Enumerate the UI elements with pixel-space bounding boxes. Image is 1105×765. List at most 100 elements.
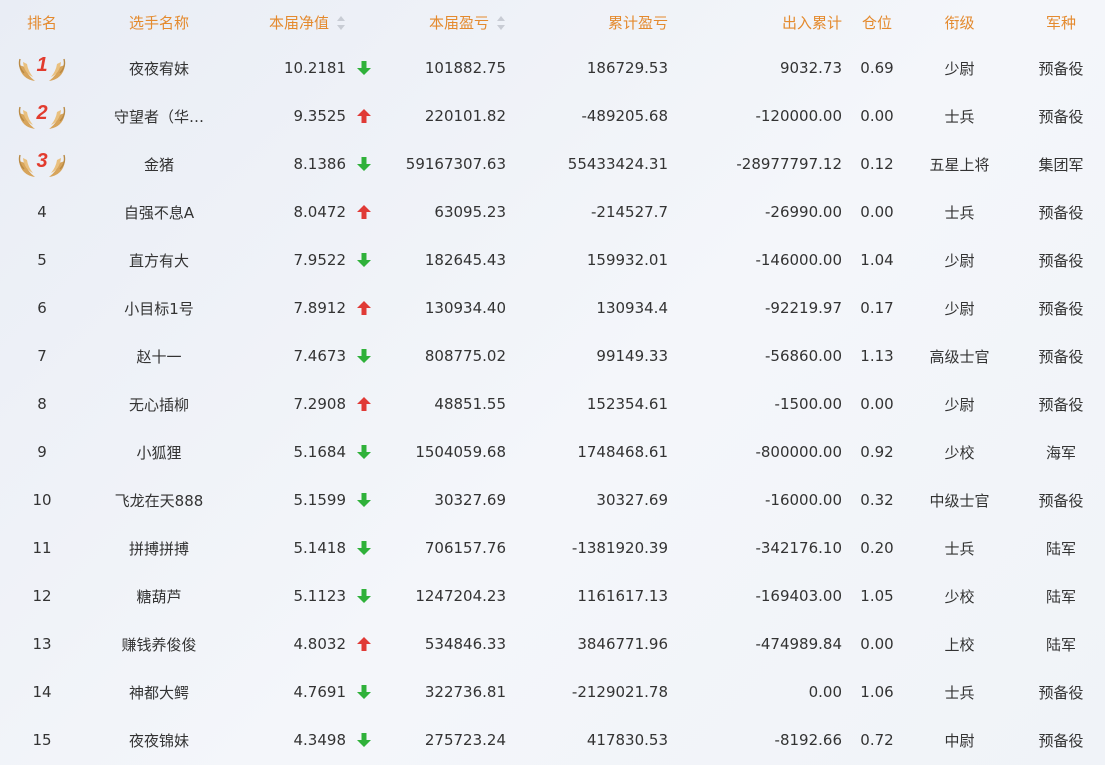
- rank-title-cell: 中尉: [944, 731, 975, 750]
- table-row[interactable]: 8 无心插柳 7.2908 48851.55 152354.61 -1500.00 0.00…: [0, 380, 1105, 428]
- position-cell: 0.17: [860, 299, 894, 317]
- nav-cell: 5.1599: [234, 476, 382, 524]
- branch-cell: 陆军: [1045, 539, 1076, 558]
- player-name[interactable]: 赚钱养俊俊: [84, 620, 234, 668]
- header-current-pl-label: 本届盈亏: [428, 13, 489, 32]
- trend-up-icon: [357, 637, 371, 651]
- rank-title-cell: 少校: [944, 587, 975, 606]
- sort-icon[interactable]: [337, 16, 346, 30]
- rank-title-cell: 士兵: [944, 107, 975, 126]
- table-row[interactable]: 6 小目标1号 7.8912 130934.40 130934.4 -92219.97 0.…: [0, 284, 1105, 332]
- player-name[interactable]: 夜夜宥妹: [84, 44, 234, 92]
- rank-cell: 1: [0, 44, 84, 92]
- player-name[interactable]: 赵十一: [84, 332, 234, 380]
- table-row[interactable]: 2 守望者（华… 9.3525 220101.82 -489205.68 -120000.…: [0, 92, 1105, 140]
- trend-down-icon: [357, 685, 371, 699]
- player-name[interactable]: 直方有大: [84, 236, 234, 284]
- table-row[interactable]: 12 糖葫芦 5.1123 1247204.23 1161617.13 -169403.0…: [0, 572, 1105, 620]
- player-name[interactable]: 夜夜锦妹: [84, 716, 234, 764]
- medal-rank-number: 1: [36, 54, 48, 76]
- nav-cell: 4.8032: [234, 620, 382, 668]
- cumulative-pl-cell: 186729.53: [586, 59, 668, 77]
- current-pl-cell: 275723.24: [424, 731, 506, 749]
- branch-cell: 预备役: [1038, 59, 1084, 78]
- trend-down-icon: [357, 733, 371, 747]
- branch-cell: 陆军: [1045, 635, 1076, 654]
- in-out-cell: -16000.00: [765, 491, 842, 509]
- table-row[interactable]: 14 神都大鳄 4.7691 322736.81 -2129021.78 0.00 1.06…: [0, 668, 1105, 716]
- player-name[interactable]: 小狐狸: [84, 428, 234, 476]
- header-current-pl[interactable]: 本届盈亏: [382, 0, 532, 44]
- player-name[interactable]: 金猪: [84, 140, 234, 188]
- branch-cell: 预备役: [1038, 731, 1084, 750]
- position-cell: 0.00: [860, 395, 894, 413]
- rank-title-cell: 少尉: [944, 395, 975, 414]
- rank-title-cell: 士兵: [944, 683, 975, 702]
- rank-title-cell: 上校: [944, 635, 975, 654]
- header-name: 选手名称: [128, 13, 189, 32]
- rank-cell: 9: [37, 443, 47, 461]
- trend-down-icon: [357, 493, 371, 507]
- rank-title-cell: 少尉: [944, 251, 975, 270]
- branch-cell: 预备役: [1038, 203, 1084, 222]
- header-row: 排名 选手名称 本届净值 本届盈亏 累计盈亏 出入累计 仓位 衔级 军种: [0, 0, 1105, 44]
- trend-down-icon: [357, 541, 371, 555]
- nav-value: 7.9522: [293, 251, 347, 269]
- player-name[interactable]: 糖葫芦: [84, 572, 234, 620]
- rank-cell: 8: [37, 395, 47, 413]
- header-nav-label: 本届净值: [268, 13, 329, 32]
- header-cumulative-pl: 累计盈亏: [607, 13, 668, 32]
- current-pl-cell: 1504059.68: [415, 443, 506, 461]
- table-row[interactable]: 4 自强不息A 8.0472 63095.23 -214527.7 -26990.00 0.…: [0, 188, 1105, 236]
- cumulative-pl-cell: 55433424.31: [567, 155, 668, 173]
- nav-value: 9.3525: [293, 107, 347, 125]
- trend-down-icon: [357, 589, 371, 603]
- branch-cell: 预备役: [1038, 491, 1084, 510]
- nav-cell: 8.0472: [234, 188, 382, 236]
- header-rank-title: 衔级: [944, 13, 975, 32]
- table-row[interactable]: 10 飞龙在天888 5.1599 30327.69 30327.69 -16000.00…: [0, 476, 1105, 524]
- player-name[interactable]: 飞龙在天888: [84, 476, 234, 524]
- branch-cell: 预备役: [1038, 251, 1084, 270]
- rank-cell: 6: [37, 299, 47, 317]
- player-name[interactable]: 拼搏拼搏: [84, 524, 234, 572]
- cumulative-pl-cell: 99149.33: [596, 347, 668, 365]
- table-row[interactable]: 15 夜夜锦妹 4.3498 275723.24 417830.53 -8192.66 0.…: [0, 716, 1105, 764]
- current-pl-cell: 534846.33: [424, 635, 506, 653]
- in-out-cell: -8192.66: [774, 731, 842, 749]
- rank-title-cell: 中级士官: [929, 491, 990, 510]
- position-cell: 0.00: [860, 203, 894, 221]
- sort-icon[interactable]: [497, 16, 506, 30]
- table-row[interactable]: 1 夜夜宥妹 10.2181 101882.75 186729.53 9032.73 0.6…: [0, 44, 1105, 92]
- position-cell: 0.12: [860, 155, 894, 173]
- nav-value: 7.2908: [293, 395, 347, 413]
- cumulative-pl-cell: 159932.01: [586, 251, 668, 269]
- current-pl-cell: 130934.40: [424, 299, 506, 317]
- in-out-cell: -28977797.12: [736, 155, 842, 173]
- medal-rank-number: 3: [36, 150, 48, 172]
- current-pl-cell: 182645.43: [424, 251, 506, 269]
- player-name[interactable]: 自强不息A: [84, 188, 234, 236]
- table-row[interactable]: 3 金猪 8.1386 59167307.63 55433424.31 -28977797…: [0, 140, 1105, 188]
- trend-down-icon: [357, 253, 371, 267]
- in-out-cell: -26990.00: [765, 203, 842, 221]
- table-row[interactable]: 9 小狐狸 5.1684 1504059.68 1748468.61 -800000.00…: [0, 428, 1105, 476]
- table-row[interactable]: 5 直方有大 7.9522 182645.43 159932.01 -146000.00 1…: [0, 236, 1105, 284]
- player-name[interactable]: 无心插柳: [84, 380, 234, 428]
- trend-up-icon: [357, 397, 371, 411]
- player-name[interactable]: 小目标1号: [84, 284, 234, 332]
- player-name[interactable]: 守望者（华…: [84, 92, 234, 140]
- table-row[interactable]: 13 赚钱养俊俊 4.8032 534846.33 3846771.96 -474989.…: [0, 620, 1105, 668]
- rank-title-cell: 高级士官: [929, 347, 990, 366]
- player-name[interactable]: 神都大鳄: [84, 668, 234, 716]
- header-in-out: 出入累计: [781, 13, 842, 32]
- position-cell: 1.13: [860, 347, 894, 365]
- table-row[interactable]: 7 赵十一 7.4673 808775.02 99149.33 -56860.00 1.13…: [0, 332, 1105, 380]
- rank-cell: 7: [37, 347, 47, 365]
- cumulative-pl-cell: 1161617.13: [577, 587, 668, 605]
- header-position: 仓位: [861, 13, 892, 32]
- table-row[interactable]: 11 拼搏拼搏 5.1418 706157.76 -1381920.39 -342176.…: [0, 524, 1105, 572]
- in-out-cell: -800000.00: [755, 443, 842, 461]
- trend-down-icon: [357, 349, 371, 363]
- header-nav[interactable]: 本届净值: [234, 0, 382, 44]
